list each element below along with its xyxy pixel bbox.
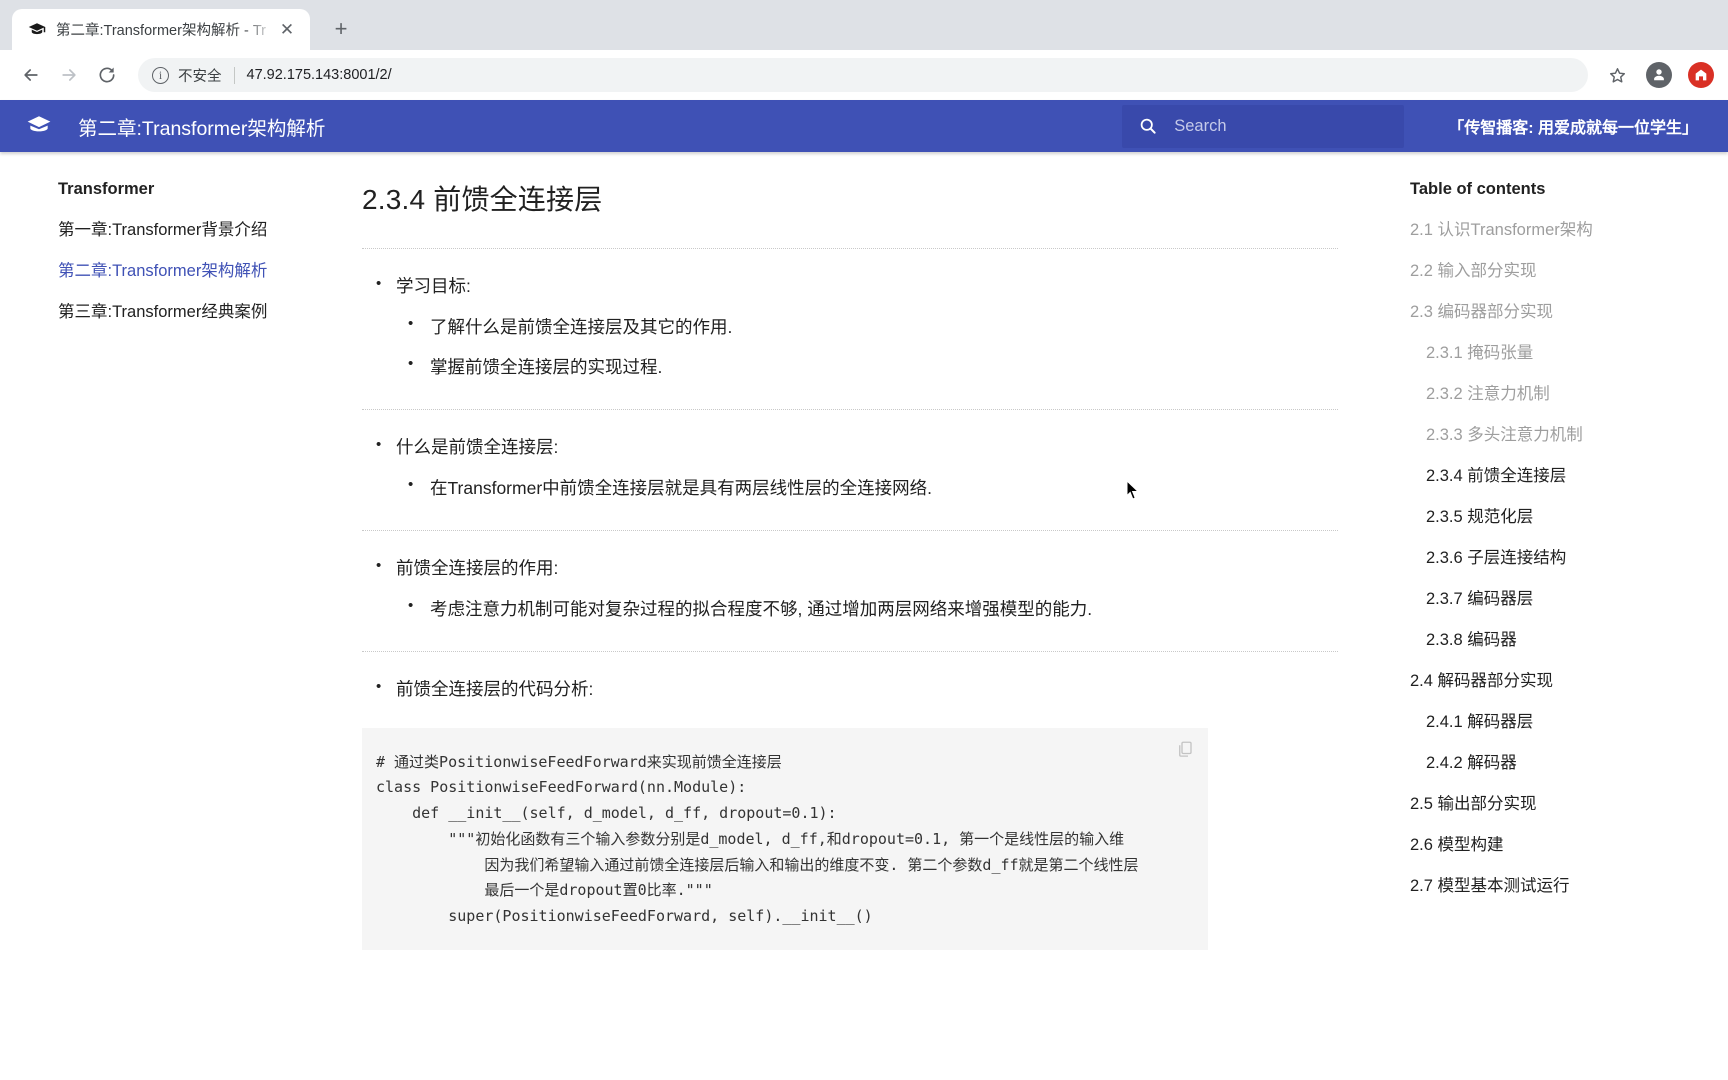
header-tagline: 「传智播客: 用爱成就每一位学生」 xyxy=(1448,120,1698,137)
browser-tab[interactable]: 第二章:Transformer架构解析 - Tr ✕ xyxy=(12,9,310,50)
code-block: # 通过类PositionwiseFeedForward来实现前馈全连接层 cl… xyxy=(362,727,1208,951)
list-item: 考虑注意力机制可能对复杂过程的拟合程度不够, 通过增加两层网络来增强模型的能力. xyxy=(396,594,1338,623)
toc-item-2-2[interactable]: 2.2 输入部分实现 xyxy=(1410,257,1708,281)
section-title: 什么是前馈全连接层: xyxy=(396,437,559,458)
search-placeholder: Search xyxy=(1174,116,1227,135)
toc-item-2-3-5[interactable]: 2.3.5 规范化层 xyxy=(1410,503,1708,527)
browser-window: 第二章:Transformer架构解析 - Tr ✕ + i 不安全 47.92… xyxy=(0,0,1728,1080)
extension-icon[interactable] xyxy=(1688,62,1714,88)
toc-item-2-3-6[interactable]: 2.3.6 子层连接结构 xyxy=(1410,544,1708,568)
toc-item-2-6[interactable]: 2.6 模型构建 xyxy=(1410,831,1708,855)
reload-icon[interactable] xyxy=(90,58,124,92)
browser-toolbar: i 不安全 47.92.175.143:8001/2/ xyxy=(0,50,1728,100)
url-path: :8001/2/ xyxy=(339,67,392,83)
code-text: # 通过类PositionwiseFeedForward来实现前馈全连接层 cl… xyxy=(376,752,1139,926)
page-columns: Transformer 第一章:Transformer背景介绍 第二章:Tran… xyxy=(0,152,1728,1080)
toc-item-2-4-1[interactable]: 2.4.1 解码器层 xyxy=(1410,708,1708,732)
tab-strip: 第二章:Transformer架构解析 - Tr ✕ + xyxy=(0,0,1728,50)
back-icon[interactable] xyxy=(14,58,48,92)
list-item: 掌握前馈全连接层的实现过程. xyxy=(396,352,1338,381)
toc-item-2-1[interactable]: 2.1 认识Transformer架构 xyxy=(1410,216,1708,240)
page-title: 第二章:Transformer架构解析 xyxy=(78,117,326,140)
section-title: 前馈全连接层的作用: xyxy=(396,558,559,579)
close-icon[interactable]: ✕ xyxy=(274,17,300,43)
search-input[interactable]: Search xyxy=(1122,104,1405,148)
site-header: 第二章:Transformer架构解析 Search 「传智播客: 用爱成就每一… xyxy=(0,100,1728,152)
new-tab-button[interactable]: + xyxy=(324,12,358,46)
page-content: 第二章:Transformer架构解析 Search 「传智播客: 用爱成就每一… xyxy=(0,100,1728,1080)
left-sidebar: Transformer 第一章:Transformer背景介绍 第二章:Tran… xyxy=(0,152,340,1080)
sidebar-item-chapter3[interactable]: 第三章:Transformer经典案例 xyxy=(58,298,340,322)
url-host: 47.92.175.143 xyxy=(246,67,340,83)
section-code-analysis: 前馈全连接层的代码分析: # 通过类PositionwiseFeedForwar… xyxy=(362,652,1338,966)
tab-title: 第二章:Transformer架构解析 - Tr xyxy=(56,23,266,39)
section-title: 学习目标: xyxy=(396,276,471,296)
section-what-is: 什么是前馈全连接层: 在Transformer中前馈全连接层就是具有两层线性层的… xyxy=(362,410,1338,530)
section-learning-objectives: 学习目标: 了解什么是前馈全连接层及其它的作用. 掌握前馈全连接层的实现过程. xyxy=(362,249,1338,409)
toc-item-2-5[interactable]: 2.5 输出部分实现 xyxy=(1410,790,1708,814)
toc-item-2-3-1[interactable]: 2.3.1 掩码张量 xyxy=(1410,339,1708,363)
book-stack-icon[interactable] xyxy=(26,113,52,139)
sidebar-item-chapter1[interactable]: 第一章:Transformer背景介绍 xyxy=(58,216,340,240)
list-item: 了解什么是前馈全连接层及其它的作用. xyxy=(396,312,1338,341)
sidebar-item-chapter2[interactable]: 第二章:Transformer架构解析 xyxy=(58,257,340,281)
address-bar[interactable]: i 不安全 47.92.175.143:8001/2/ xyxy=(138,58,1588,92)
copy-icon[interactable] xyxy=(1176,740,1194,758)
search-icon xyxy=(1138,116,1158,136)
list-item: 在Transformer中前馈全连接层就是具有两层线性层的全连接网络. xyxy=(396,473,1338,502)
list-item: 前馈全连接层的作用: 考虑注意力机制可能对复杂过程的拟合程度不够, 通过增加两层… xyxy=(362,554,1338,623)
forward-icon xyxy=(52,58,86,92)
search-container: Search xyxy=(1122,104,1405,148)
toc-item-2-3-3[interactable]: 2.3.3 多头注意力机制 xyxy=(1410,421,1708,445)
section-purpose: 前馈全连接层的作用: 考虑注意力机制可能对复杂过程的拟合程度不够, 通过增加两层… xyxy=(362,531,1338,651)
toc-item-2-3-4[interactable]: 2.3.4 前馈全连接层 xyxy=(1410,462,1708,486)
sidebar-title: Transformer xyxy=(58,180,155,198)
main-content: 2.3.4 前馈全连接层 学习目标: 了解什么是前馈全连接层及其它的作用. 掌握… xyxy=(340,152,1398,1080)
toc-item-2-3[interactable]: 2.3 编码器部分实现 xyxy=(1410,298,1708,322)
content-heading: 2.3.4 前馈全连接层 xyxy=(362,184,603,215)
toc-item-2-3-7[interactable]: 2.3.7 编码器层 xyxy=(1410,585,1708,609)
list-item: 什么是前馈全连接层: 在Transformer中前馈全连接层就是具有两层线性层的… xyxy=(362,433,1338,502)
divider xyxy=(233,66,235,84)
toc-item-2-3-2[interactable]: 2.3.2 注意力机制 xyxy=(1410,380,1708,404)
toc-item-2-7[interactable]: 2.7 模型基本测试运行 xyxy=(1410,872,1708,896)
profile-avatar-icon[interactable] xyxy=(1646,62,1672,88)
toc-item-2-4-2[interactable]: 2.4.2 解码器 xyxy=(1410,749,1708,773)
graduation-cap-icon xyxy=(28,21,46,39)
security-status: 不安全 xyxy=(178,68,222,85)
toc-item-2-4[interactable]: 2.4 解码器部分实现 xyxy=(1410,667,1708,691)
section-title: 前馈全连接层的代码分析: xyxy=(396,679,594,700)
info-icon[interactable]: i xyxy=(152,66,169,84)
table-of-contents: Table of contents 2.1 认识Transformer架构 2.… xyxy=(1398,152,1728,1080)
bookmark-star-icon[interactable] xyxy=(1600,58,1634,92)
toc-title: Table of contents xyxy=(1410,180,1546,198)
list-item: 前馈全连接层的代码分析: xyxy=(362,675,1338,703)
list-item: 学习目标: 了解什么是前馈全连接层及其它的作用. 掌握前馈全连接层的实现过程. xyxy=(362,272,1338,381)
toc-item-2-3-8[interactable]: 2.3.8 编码器 xyxy=(1410,626,1708,650)
